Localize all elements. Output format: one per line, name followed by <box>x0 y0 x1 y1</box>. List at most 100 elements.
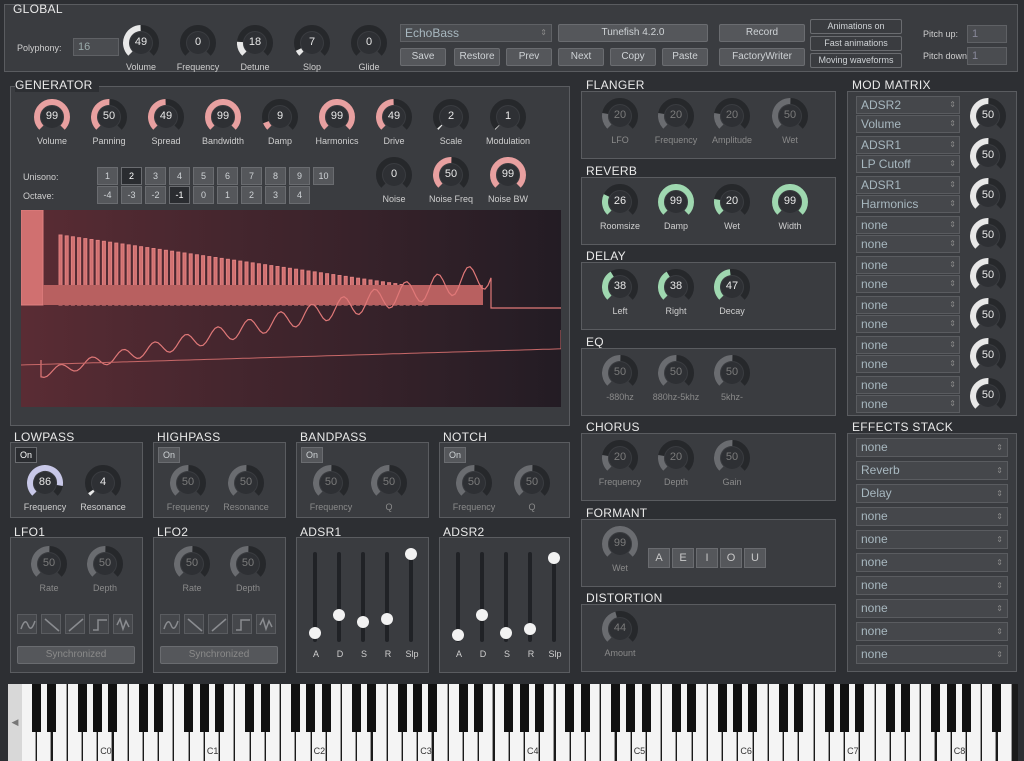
mod-source-7[interactable]: none ⇕ <box>856 376 960 394</box>
sine-wave-icon[interactable] <box>160 614 180 634</box>
octave-2-button[interactable]: 2 <box>241 186 262 204</box>
lfo2-sync-button[interactable]: Synchronized <box>160 646 278 664</box>
black-key[interactable] <box>641 684 651 732</box>
vowel-e-button[interactable]: E <box>672 548 694 568</box>
lfo1-depth-knob[interactable]: 50 Depth <box>75 546 135 593</box>
effects-slot-5[interactable]: none ⇕ <box>856 553 1008 572</box>
black-key[interactable] <box>413 684 422 732</box>
black-key[interactable] <box>199 684 209 732</box>
black-key[interactable] <box>352 684 361 732</box>
flanger-frequency-knob[interactable]: 20 Frequency <box>646 98 706 145</box>
black-key[interactable] <box>672 684 682 732</box>
formant-wet-knob[interactable]: 99 Wet <box>590 526 650 573</box>
adsr2-s-handle[interactable] <box>500 627 512 639</box>
black-key[interactable] <box>946 684 956 732</box>
lowpass-on-button[interactable]: On <box>15 447 37 463</box>
adsr1-d-slider[interactable] <box>337 552 341 642</box>
mod-source-1[interactable]: ADSR1 ⇕ <box>856 136 960 154</box>
saw-down-icon[interactable] <box>41 614 61 634</box>
highpass-resonance-knob[interactable]: 50 Resonance <box>216 465 276 512</box>
lfo1-sync-button[interactable]: Synchronized <box>17 646 135 664</box>
flanger-wet-knob[interactable]: 50 Wet <box>760 98 820 145</box>
black-key[interactable] <box>824 684 834 732</box>
octave-1-button[interactable]: 1 <box>217 186 238 204</box>
black-key[interactable] <box>428 684 438 732</box>
mod-dest-6[interactable]: none ⇕ <box>856 355 960 373</box>
mod-source-6[interactable]: none ⇕ <box>856 336 960 354</box>
black-key[interactable] <box>519 684 529 732</box>
black-key[interactable] <box>580 684 590 732</box>
octave-0-button[interactable]: 0 <box>193 186 214 204</box>
black-key[interactable] <box>611 684 621 732</box>
black-key[interactable] <box>153 684 163 732</box>
black-key[interactable] <box>47 684 57 732</box>
vowel-o-button[interactable]: O <box>720 548 742 568</box>
adsr2-slp-handle[interactable] <box>548 552 560 565</box>
lowpass-resonance-knob[interactable]: 4 Resonance <box>73 465 133 512</box>
effects-slot-8[interactable]: none ⇕ <box>856 622 1008 641</box>
black-key[interactable] <box>839 684 849 732</box>
pitch-up-field[interactable]: 1 <box>967 25 1007 43</box>
gen-harmonics-knob[interactable]: 99 Harmonics <box>307 99 367 146</box>
adsr2-r-handle[interactable] <box>524 623 536 636</box>
toggle-fast-animations[interactable]: Fast animations <box>810 36 902 51</box>
noise-wave-icon[interactable] <box>113 614 133 634</box>
unisono-3-button[interactable]: 3 <box>145 167 166 185</box>
square-wave-icon[interactable] <box>232 614 252 634</box>
global-slop-knob[interactable]: 7 Slop <box>282 25 342 72</box>
black-key[interactable] <box>794 684 804 732</box>
adsr2-d-slider[interactable] <box>480 552 484 642</box>
delay-decay-knob[interactable]: 47 Decay <box>702 269 762 316</box>
lfo2-rate-knob[interactable]: 50 Rate <box>162 546 222 593</box>
black-key[interactable] <box>931 684 941 732</box>
gen-noise-freq-knob[interactable]: 50 Noise Freq <box>421 157 481 204</box>
black-key[interactable] <box>367 684 377 732</box>
global-volume-knob[interactable]: 49 Volume <box>111 25 171 72</box>
black-key[interactable] <box>214 684 224 732</box>
mod-source-3[interactable]: none ⇕ <box>856 216 960 234</box>
delay-left-knob[interactable]: 38 Left <box>590 269 650 316</box>
next-button[interactable]: Next <box>558 48 604 66</box>
global-frequency-knob[interactable]: 0 Frequency <box>168 25 228 72</box>
adsr1-slp-slider[interactable] <box>409 552 413 642</box>
flanger-lfo-knob[interactable]: 20 LFO <box>590 98 650 145</box>
black-key[interactable] <box>565 684 575 732</box>
gen-drive-knob[interactable]: 49 Drive <box>364 99 424 146</box>
mod-amount-knob[interactable]: 50 <box>970 258 1006 299</box>
octave-3-button[interactable]: -3 <box>121 186 142 204</box>
black-key[interactable] <box>108 684 118 732</box>
octave-4-button[interactable]: -4 <box>97 186 118 204</box>
unisono-10-button[interactable]: 10 <box>313 167 334 185</box>
eq-880hz-5khz-knob[interactable]: 50 880hz-5khz <box>646 355 706 402</box>
unisono-7-button[interactable]: 7 <box>241 167 262 185</box>
black-key[interactable] <box>260 684 270 732</box>
adsr1-r-handle[interactable] <box>381 612 393 625</box>
black-key[interactable] <box>474 684 483 732</box>
adsr1-r-slider[interactable] <box>385 552 389 642</box>
vowel-a-button[interactable]: A <box>648 548 670 568</box>
saw-up-icon[interactable] <box>208 614 228 634</box>
chorus-gain-knob[interactable]: 50 Gain <box>702 440 762 487</box>
black-key[interactable] <box>885 684 895 732</box>
effects-slot-3[interactable]: none ⇕ <box>856 507 1008 526</box>
paste-button[interactable]: Paste <box>662 48 708 66</box>
black-key[interactable] <box>687 684 697 732</box>
adsr1-a-handle[interactable] <box>309 627 321 639</box>
gen-modulation-knob[interactable]: 1 Modulation <box>478 99 538 146</box>
adsr1-s-slider[interactable] <box>361 552 365 642</box>
bandpass-q-knob[interactable]: 50 Q <box>359 465 419 512</box>
effects-slot-1[interactable]: Reverb ⇕ <box>856 461 1008 480</box>
black-key[interactable] <box>291 684 300 732</box>
sine-wave-icon[interactable] <box>17 614 37 634</box>
mod-dest-3[interactable]: none ⇕ <box>856 235 960 253</box>
effects-slot-6[interactable]: none ⇕ <box>856 576 1008 595</box>
unisono-9-button[interactable]: 9 <box>289 167 310 185</box>
mod-amount-knob[interactable]: 50 <box>970 98 1006 139</box>
gen-volume-knob[interactable]: 99 Volume <box>22 99 82 146</box>
effects-slot-2[interactable]: Delay ⇕ <box>856 484 1008 503</box>
black-key[interactable] <box>992 684 1002 732</box>
global-detune-knob[interactable]: 18 Detune <box>225 25 285 72</box>
black-key[interactable] <box>961 684 971 732</box>
mod-amount-knob[interactable]: 50 <box>970 138 1006 179</box>
mod-dest-2[interactable]: Harmonics ⇕ <box>856 195 960 213</box>
